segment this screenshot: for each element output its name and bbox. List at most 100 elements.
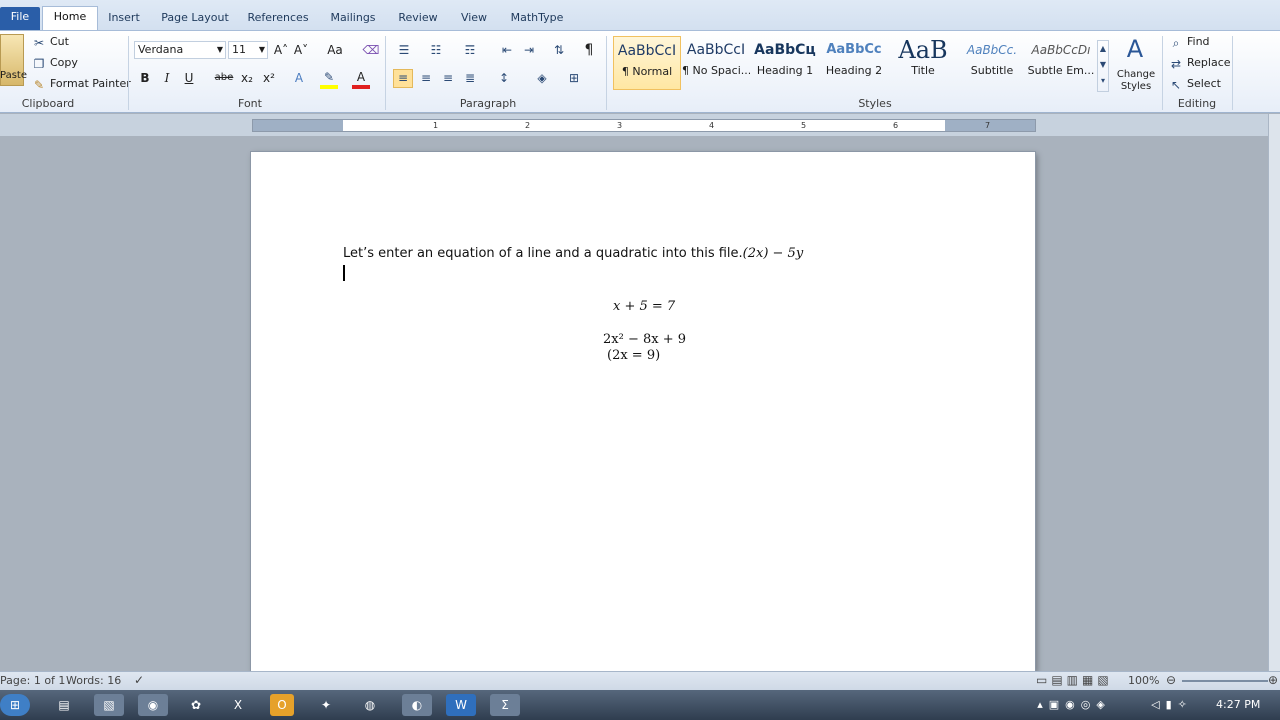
text-cursor <box>343 265 345 281</box>
equation-parenthesized[interactable]: (2x = 9) <box>607 348 660 363</box>
paragraph-line[interactable]: Let’s enter an equation of a line and a … <box>343 246 803 261</box>
shrink-font-button[interactable]: A˅ <box>292 42 310 58</box>
file-manager-icon[interactable]: ▧ <box>94 694 124 716</box>
zoom-level[interactable]: 100% <box>1128 674 1159 687</box>
word-icon[interactable]: W <box>446 694 476 716</box>
tab-mailings[interactable]: Mailings <box>324 8 382 30</box>
subscript-button[interactable]: x₂ <box>238 70 256 86</box>
zoom-out-icon[interactable]: ⊖ <box>1166 673 1176 687</box>
find-button[interactable]: Find <box>1187 35 1210 48</box>
volume-network-icons[interactable]: ◁▮✧ <box>1136 694 1208 716</box>
bullets-icon[interactable]: ☰ <box>394 42 414 58</box>
superscript-button[interactable]: x² <box>260 70 278 86</box>
style-normal[interactable]: AaBbCcI ¶ Normal <box>613 36 681 90</box>
sort-icon[interactable]: ⇅ <box>550 42 568 58</box>
explorer-icon[interactable]: ▤ <box>52 694 76 716</box>
format-painter-button[interactable]: Format Painter <box>50 77 131 90</box>
bold-button[interactable]: B <box>136 70 154 86</box>
tab-review[interactable]: Review <box>394 8 442 30</box>
italic-button[interactable]: I <box>158 70 176 86</box>
start-button-icon[interactable]: ⊞ <box>0 694 30 716</box>
tab-view[interactable]: View <box>454 8 494 30</box>
ruler-number: 6 <box>893 121 899 130</box>
underline-button[interactable]: U <box>180 70 198 86</box>
style-subtle-emphasis[interactable]: AaBbCcDı Subtle Em... <box>1027 36 1095 90</box>
font-name-combo[interactable]: Verdana ▼ <box>134 41 226 59</box>
proofing-icon[interactable]: ✓ <box>134 673 144 687</box>
style-heading-2[interactable]: AaBbCc Heading 2 <box>820 36 888 90</box>
excel-icon[interactable]: X <box>226 694 250 716</box>
change-styles-icon: A <box>1126 35 1144 63</box>
ruler-number: 7 <box>985 121 991 130</box>
app-icon[interactable]: ✿ <box>184 694 208 716</box>
shading-icon[interactable]: ◈ <box>532 70 552 86</box>
paragraph-group-label: Paragraph <box>459 97 517 110</box>
system-tray-icons[interactable]: ▴▣◉◎◈ <box>1014 694 1134 716</box>
zoom-slider[interactable] <box>1182 680 1268 682</box>
view-buttons-icon[interactable]: ▭▤▥▦▧ <box>1036 673 1113 687</box>
tab-home[interactable]: Home <box>42 6 98 30</box>
vertical-scrollbar[interactable] <box>1268 114 1280 671</box>
zoom-in-icon[interactable]: ⊕ <box>1268 673 1278 687</box>
style-label: Heading 2 <box>825 64 883 77</box>
style-preview: AaB <box>898 36 948 64</box>
horizontal-ruler[interactable]: 1 2 3 4 5 6 7 <box>252 119 1036 132</box>
cut-button[interactable]: Cut <box>50 35 69 48</box>
style-title[interactable]: AaB Title <box>889 36 957 90</box>
tab-file[interactable]: File <box>0 7 40 30</box>
media-icon[interactable]: ◐ <box>402 694 432 716</box>
show-formatting-button[interactable]: ¶ <box>580 42 598 58</box>
numbering-icon[interactable]: ☷ <box>426 42 446 58</box>
gimp-icon[interactable]: ✦ <box>314 694 338 716</box>
ruler-number: 1 <box>433 121 439 130</box>
taskbar: ⊞ ▤ ▧ ◉ ✿ X O ✦ ◍ ◐ W Σ ▴▣◉◎◈ ◁▮✧ 4:27 P… <box>0 690 1280 720</box>
line-spacing-icon[interactable]: ↕ <box>494 70 514 86</box>
binoculars-icon: ⌕ <box>1172 36 1180 50</box>
justify-icon[interactable]: ≣ <box>461 70 479 86</box>
document-page[interactable]: Let’s enter an equation of a line and a … <box>251 152 1035 672</box>
style-preview: AaBbCcI <box>617 43 677 59</box>
page-count[interactable]: Page: 1 of 1 <box>0 674 65 687</box>
firefox-icon[interactable]: ◍ <box>358 694 382 716</box>
style-subtitle[interactable]: AaBbCc. Subtitle <box>958 36 1026 90</box>
copy-button[interactable]: Copy <box>50 56 78 69</box>
clock[interactable]: 4:27 PM <box>1216 698 1260 711</box>
grow-font-button[interactable]: A˄ <box>272 42 290 58</box>
clear-formatting-icon[interactable]: ⌫ <box>362 42 380 58</box>
styles-scroll-icon[interactable]: ▲ ▼ ▾ <box>1097 40 1109 92</box>
word-count[interactable]: Words: 16 <box>66 674 121 687</box>
decrease-indent-icon[interactable]: ⇤ <box>498 42 516 58</box>
multilevel-list-icon[interactable]: ☶ <box>460 42 480 58</box>
borders-icon[interactable]: ⊞ <box>564 70 584 86</box>
increase-indent-icon[interactable]: ⇥ <box>520 42 538 58</box>
strikethrough-button[interactable]: abe <box>212 70 236 86</box>
paragraph-text: Let’s enter an equation of a line and a … <box>343 246 743 261</box>
equation-line[interactable]: x + 5 = 7 <box>613 299 675 314</box>
highlight-icon[interactable]: ✎ <box>320 69 338 89</box>
style-label: Title <box>911 64 935 77</box>
tab-page-layout[interactable]: Page Layout <box>158 8 232 30</box>
outlook-icon[interactable]: O <box>270 694 294 716</box>
styles-group-label: Styles <box>858 97 892 110</box>
chrome-icon[interactable]: ◉ <box>138 694 168 716</box>
mathtype-icon[interactable]: Σ <box>490 694 520 716</box>
align-left-icon[interactable]: ≡ <box>393 69 413 88</box>
align-right-icon[interactable]: ≡ <box>439 70 457 86</box>
tab-insert[interactable]: Insert <box>104 8 144 30</box>
text-effects-icon[interactable]: A <box>290 70 308 86</box>
inline-equation[interactable]: (2x) − 5y <box>743 246 804 261</box>
tab-references[interactable]: References <box>244 8 312 30</box>
change-styles-button[interactable]: Change Styles <box>1114 69 1158 93</box>
style-heading-1[interactable]: AaBbCц Heading 1 <box>751 36 819 90</box>
style-no-spacing[interactable]: AaBbCcI ¶ No Spaci... <box>682 36 750 90</box>
change-case-button[interactable]: Aa <box>324 42 346 58</box>
divider <box>1232 36 1233 110</box>
paste-button[interactable]: Paste <box>0 70 27 81</box>
select-button[interactable]: Select <box>1187 77 1221 90</box>
font-color-icon[interactable]: A <box>352 69 370 89</box>
align-center-icon[interactable]: ≡ <box>417 70 435 86</box>
replace-button[interactable]: Replace <box>1187 56 1231 69</box>
equation-quadratic[interactable]: 2x² − 8x + 9 <box>603 332 686 347</box>
tab-mathtype[interactable]: MathType <box>506 8 568 30</box>
font-size-combo[interactable]: 11 ▼ <box>228 41 268 59</box>
